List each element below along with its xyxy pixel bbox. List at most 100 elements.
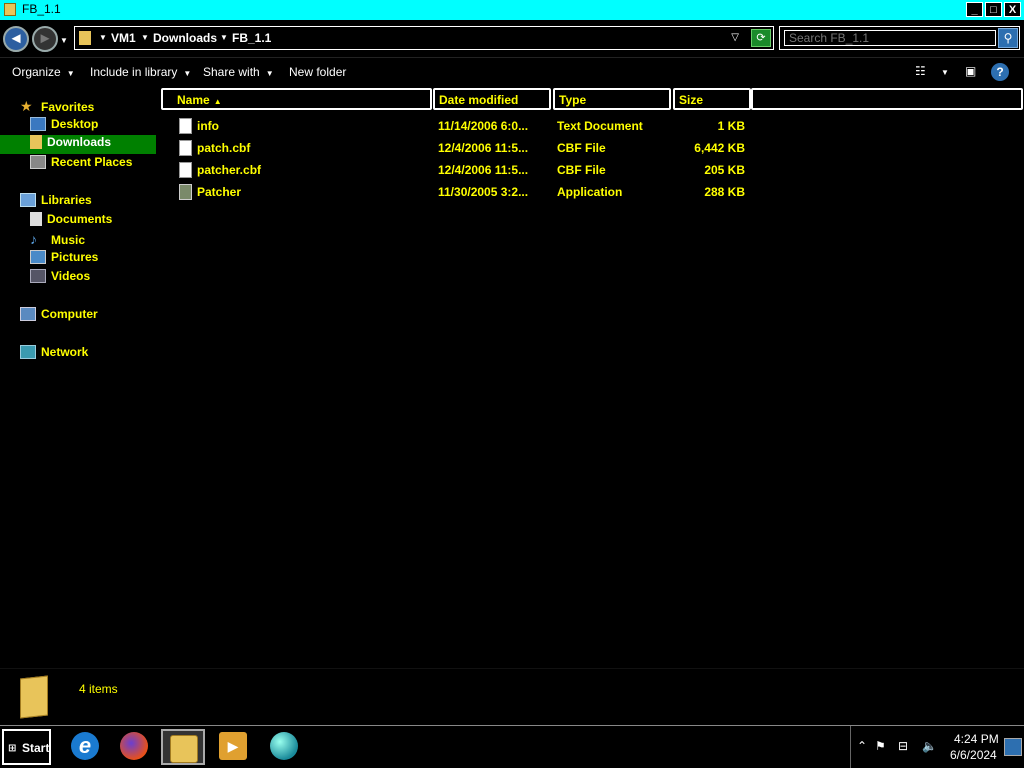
file-size: 288 KB xyxy=(704,185,745,199)
window-title: FB_1.1 xyxy=(22,2,61,16)
folder-icon xyxy=(4,3,16,16)
pictures-icon xyxy=(30,250,46,264)
file-row[interactable]: Patcher 11/30/2005 3:2... Application 28… xyxy=(160,182,780,204)
nav-videos[interactable]: Videos xyxy=(30,269,90,288)
file-name: patch.cbf xyxy=(197,141,251,155)
nav-favorites-label: Favorites xyxy=(41,100,95,114)
windows-explorer-icon[interactable] xyxy=(161,729,205,765)
column-header-type[interactable]: Type xyxy=(553,88,671,110)
recent-places-icon xyxy=(30,155,46,169)
nav-network-label: Network xyxy=(41,345,89,359)
nav-computer-label: Computer xyxy=(41,307,98,321)
breadcrumb-downloads[interactable]: Downloads xyxy=(153,31,217,45)
view-options-dropdown[interactable]: ▼ xyxy=(941,68,949,77)
chevron-down-icon: ▼ xyxy=(183,69,192,78)
nav-desktop[interactable]: Desktop xyxy=(30,117,98,136)
close-button[interactable]: X xyxy=(1004,2,1021,17)
minimize-button[interactable]: _ xyxy=(966,2,983,17)
clock-date[interactable]: 6/6/2024 xyxy=(950,748,997,762)
network-tray-icon[interactable]: ⊟ xyxy=(898,739,908,753)
organize-button[interactable]: Organize ▼ xyxy=(12,65,75,79)
new-folder-button[interactable]: New folder xyxy=(289,65,346,79)
chevron-down-icon: ▼ xyxy=(66,69,75,78)
chevron-down-icon: ▼ xyxy=(265,69,274,78)
change-view-icon[interactable]: ☷ xyxy=(915,64,926,78)
nav-music[interactable]: ♪ Music xyxy=(30,231,85,250)
chevron-right-icon[interactable]: ▼ xyxy=(99,33,107,42)
column-size-label: Size xyxy=(679,93,704,107)
column-header-date-modified[interactable]: Date modified xyxy=(433,88,551,110)
text-file-icon xyxy=(179,118,192,134)
recent-pages-dropdown[interactable]: ▼ xyxy=(60,36,68,45)
clock-time[interactable]: 4:24 PM xyxy=(954,732,999,746)
show-hidden-icons[interactable]: ⌃ xyxy=(857,739,867,753)
media-player-icon[interactable]: ▶ xyxy=(211,729,255,765)
file-size: 1 KB xyxy=(717,119,745,133)
nav-desktop-label: Desktop xyxy=(51,117,99,131)
star-icon: ★ xyxy=(20,98,33,114)
nav-libraries[interactable]: Libraries xyxy=(20,193,92,212)
browser-globe-icon[interactable] xyxy=(262,729,306,765)
window-controls: _ □ X xyxy=(966,2,1021,17)
nav-music-label: Music xyxy=(51,233,86,247)
file-type: CBF File xyxy=(557,141,606,155)
breadcrumb-vm1[interactable]: VM1 xyxy=(111,31,136,45)
file-icon xyxy=(179,162,192,178)
help-icon[interactable]: ? xyxy=(991,63,1009,81)
search-icon[interactable]: ⚲ xyxy=(998,28,1018,48)
share-with-button[interactable]: Share with ▼ xyxy=(203,65,274,79)
chevron-right-icon[interactable]: ▼ xyxy=(220,33,228,42)
start-button[interactable]: ⊞ Start xyxy=(2,729,51,765)
include-in-library-button[interactable]: Include in library ▼ xyxy=(90,65,191,79)
column-header-size[interactable]: Size xyxy=(673,88,751,110)
folder-icon xyxy=(79,31,91,45)
search-input[interactable] xyxy=(784,30,996,46)
nav-recent-places[interactable]: Recent Places xyxy=(30,155,132,174)
nav-downloads-label: Downloads xyxy=(47,135,112,149)
file-row[interactable]: info 11/14/2006 6:0... Text Document 1 K… xyxy=(160,116,780,138)
breadcrumb-fb-1-1[interactable]: FB_1.1 xyxy=(232,31,271,45)
sort-ascending-icon: ▲ xyxy=(213,97,222,106)
nav-computer[interactable]: Computer xyxy=(20,307,98,326)
computer-icon xyxy=(20,307,36,321)
file-date: 11/30/2005 3:2... xyxy=(438,185,529,199)
file-row[interactable]: patcher.cbf 12/4/2006 11:5... CBF File 2… xyxy=(160,160,780,182)
column-header-name[interactable]: Name ▲ xyxy=(161,88,432,110)
file-size: 6,442 KB xyxy=(694,141,745,155)
libraries-icon xyxy=(20,193,36,207)
refresh-button[interactable]: ⟳ xyxy=(751,29,771,47)
item-count: 4 items xyxy=(79,682,118,696)
share-with-label: Share with xyxy=(203,65,260,79)
network-icon xyxy=(20,345,36,359)
show-desktop-button[interactable] xyxy=(1004,738,1022,756)
nav-downloads[interactable]: Downloads xyxy=(0,135,156,154)
address-bar[interactable]: ▼ VM1 ▼ Downloads ▼ FB_1.1 ▽ ⟳ xyxy=(74,26,774,50)
videos-icon xyxy=(30,269,46,283)
maximize-button[interactable]: □ xyxy=(985,2,1002,17)
volume-muted-icon[interactable]: 🔈 xyxy=(922,739,937,753)
chevron-right-icon[interactable]: ▼ xyxy=(141,33,149,42)
details-pane: 4 items xyxy=(0,668,1024,724)
file-row[interactable]: patch.cbf 12/4/2006 11:5... CBF File 6,4… xyxy=(160,138,780,160)
address-history-dropdown[interactable]: ▽ xyxy=(731,32,739,43)
title-bar: FB_1.1 _ □ X xyxy=(0,0,1024,20)
start-label: Start xyxy=(22,741,50,755)
back-button[interactable]: ◄ xyxy=(3,26,29,52)
file-icon xyxy=(179,140,192,156)
nav-recent-places-label: Recent Places xyxy=(51,155,133,169)
downloads-folder-icon xyxy=(30,135,42,149)
nav-pictures[interactable]: Pictures xyxy=(30,250,98,269)
column-name-label: Name xyxy=(177,93,210,107)
column-header-empty[interactable] xyxy=(751,88,1023,110)
nav-favorites[interactable]: ★ Favorites xyxy=(20,98,94,117)
forward-button[interactable]: ► xyxy=(32,26,58,52)
nav-documents[interactable]: Documents xyxy=(30,212,112,231)
file-list: Name ▲ Date modified Type Size info 11/14… xyxy=(160,88,1024,668)
preview-pane-icon[interactable]: ▣ xyxy=(965,64,976,78)
include-in-library-label: Include in library xyxy=(90,65,178,79)
music-icon: ♪ xyxy=(30,231,37,247)
firefox-icon[interactable] xyxy=(112,729,156,765)
nav-network[interactable]: Network xyxy=(20,345,88,364)
action-center-flag-icon[interactable]: ⚑ xyxy=(875,739,886,753)
internet-explorer-icon[interactable]: e xyxy=(63,729,107,765)
